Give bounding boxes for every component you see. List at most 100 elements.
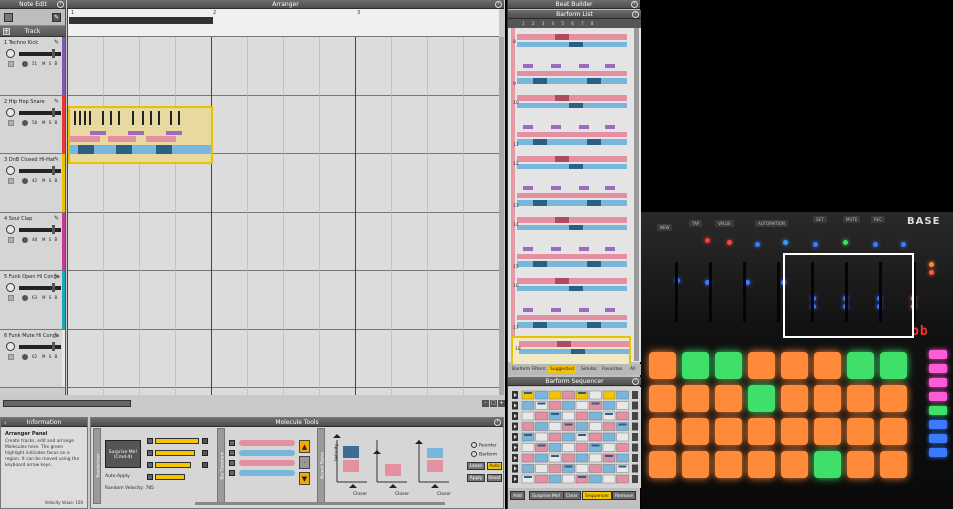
filter-similar[interactable]: Similar	[579, 366, 599, 373]
pencil-icon[interactable]: ✎	[54, 332, 59, 339]
checkbox[interactable]	[147, 438, 153, 444]
barform-row[interactable]: 16	[511, 275, 631, 305]
volume-fader[interactable]	[19, 107, 61, 117]
auto-button[interactable]: Auto	[487, 462, 502, 470]
barform-row[interactable]: 13	[511, 184, 631, 214]
pan-knob[interactable]	[6, 166, 15, 175]
sequencer-button[interactable]: Sequencer	[582, 491, 613, 500]
add-button[interactable]: Add	[510, 491, 525, 500]
record-icon[interactable]	[22, 178, 28, 184]
playhead[interactable]	[67, 9, 68, 395]
track-row[interactable]: 5 Funk Open Hi Conga ✎ 63 M S B	[0, 271, 65, 330]
volume-fader[interactable]	[19, 49, 61, 58]
mute-solo-buttons[interactable]: M S B	[42, 354, 58, 359]
add-track-button[interactable]: +	[3, 28, 10, 35]
learn-button[interactable]: Learn	[467, 462, 485, 470]
volume-fader[interactable]	[19, 166, 61, 175]
tab-bar-transform[interactable]: Bar Transform	[217, 428, 225, 504]
record-icon[interactable]	[22, 61, 28, 67]
apply-button[interactable]: Apply	[467, 474, 485, 482]
pan-knob[interactable]	[6, 224, 15, 234]
horizontal-scrollbar[interactable]	[3, 400, 131, 407]
barform-row[interactable]: 10	[511, 92, 631, 122]
barform-row[interactable]: 15	[511, 245, 631, 275]
param-slider[interactable]	[155, 450, 195, 456]
zoom-out-button[interactable]: –	[482, 400, 489, 407]
vertical-scrollbar[interactable]	[499, 37, 504, 395]
arrow-down-icon[interactable]: ▼	[299, 472, 310, 485]
help-icon[interactable]: ?	[632, 11, 639, 18]
pencil-icon[interactable]: ✎	[54, 273, 59, 280]
track-row[interactable]: 3 DnB Closed Hi-Hat ✎ 42 M S B	[0, 154, 65, 213]
pan-knob[interactable]	[6, 49, 15, 58]
surprise-me-button[interactable]: Surprise Me! (Cmd-4)	[105, 440, 141, 468]
filter-favorites[interactable]: Favorites	[600, 366, 624, 373]
checkbox[interactable]	[229, 470, 235, 476]
checkbox[interactable]	[147, 450, 153, 456]
track-checkbox[interactable]	[8, 353, 14, 360]
barform-row[interactable]: 17	[511, 306, 631, 336]
pencil-icon[interactable]: ✎	[54, 39, 59, 46]
track-row[interactable]: 4 Soul Clap ✎ 48 M S B	[0, 212, 65, 271]
help-icon[interactable]: ?	[631, 1, 638, 8]
arranger-grid[interactable]: 1 2 3	[67, 9, 499, 395]
mute-solo-buttons[interactable]: M S B	[42, 295, 58, 300]
pan-knob[interactable]	[6, 107, 15, 117]
pencil-icon[interactable]: ✎	[54, 98, 59, 105]
arrow-middle-icon[interactable]: ·	[299, 456, 310, 469]
pan-knob[interactable]	[6, 341, 15, 351]
barform-row[interactable]: 11	[511, 123, 631, 153]
clear-button[interactable]: Clear	[563, 491, 581, 500]
back-icon[interactable]: ‹	[4, 419, 6, 428]
filter-all[interactable]: All	[628, 366, 638, 373]
param-slider[interactable]	[155, 462, 191, 468]
timeline-ruler[interactable]: 1 2 3	[67, 9, 499, 37]
loop-range[interactable]	[69, 17, 213, 24]
filter-suggested[interactable]: Suggested	[548, 366, 576, 373]
tab-accent-styles[interactable]: Accent Styles	[317, 428, 325, 504]
help-icon[interactable]: ?	[632, 378, 639, 385]
track-checkbox[interactable]	[8, 178, 14, 184]
reorder-radio[interactable]: Reorder	[471, 442, 497, 449]
checkbox[interactable]	[229, 440, 235, 446]
record-icon[interactable]	[22, 236, 28, 243]
barform-list[interactable]: 12345678 8 9 10 11 12 13 14 15 16 17 18	[508, 19, 641, 366]
volume-fader[interactable]	[19, 283, 61, 292]
barform-sequencer[interactable]	[508, 387, 641, 488]
param-slider[interactable]	[155, 438, 199, 444]
barform-row[interactable]: 18	[511, 336, 631, 366]
pencil-icon[interactable]: ✎	[54, 156, 59, 163]
record-icon[interactable]	[22, 353, 28, 360]
track-checkbox[interactable]	[8, 61, 14, 67]
pencil-icon[interactable]: ✎	[52, 13, 61, 22]
track-row[interactable]: 2 Hip Hop Snare ✎ 58 M S B	[0, 95, 65, 154]
mute-solo-buttons[interactable]: M S B	[42, 178, 58, 183]
help-icon[interactable]: ?	[494, 419, 501, 426]
dropdown-icon[interactable]	[202, 438, 208, 444]
surprise-me-button[interactable]: Surprise Me!	[529, 491, 564, 500]
track-checkbox[interactable]	[8, 236, 14, 243]
mute-solo-buttons[interactable]: M S B	[42, 61, 58, 66]
barform-radio[interactable]: Barform	[471, 451, 497, 458]
barform-row[interactable]: 14	[511, 214, 631, 244]
barform-scrollbar[interactable]	[634, 28, 639, 361]
pencil-icon[interactable]: ✎	[54, 215, 59, 222]
tools-scrollbar[interactable]	[195, 502, 445, 505]
dropdown-icon[interactable]	[202, 450, 208, 456]
volume-fader[interactable]	[19, 341, 61, 351]
checkbox[interactable]	[229, 460, 235, 466]
track-checkbox[interactable]	[8, 119, 14, 126]
checkbox[interactable]	[147, 474, 153, 480]
note-edit-header[interactable]: Note Edit ?	[0, 0, 66, 9]
barform-row[interactable]: 8	[511, 31, 631, 61]
mute-solo-buttons[interactable]: M S B	[42, 237, 58, 242]
help-icon[interactable]: ?	[495, 1, 502, 8]
tab-randomizer[interactable]: Randomizer	[93, 428, 101, 504]
reset-button[interactable]: Reset	[487, 474, 502, 482]
checkbox[interactable]	[147, 462, 153, 468]
mute-solo-buttons[interactable]: M S B	[42, 120, 58, 125]
help-icon[interactable]: ?	[57, 1, 64, 8]
grid-icon[interactable]	[4, 13, 13, 22]
arrow-up-icon[interactable]: ▲	[299, 440, 310, 453]
checkbox[interactable]	[229, 450, 235, 456]
